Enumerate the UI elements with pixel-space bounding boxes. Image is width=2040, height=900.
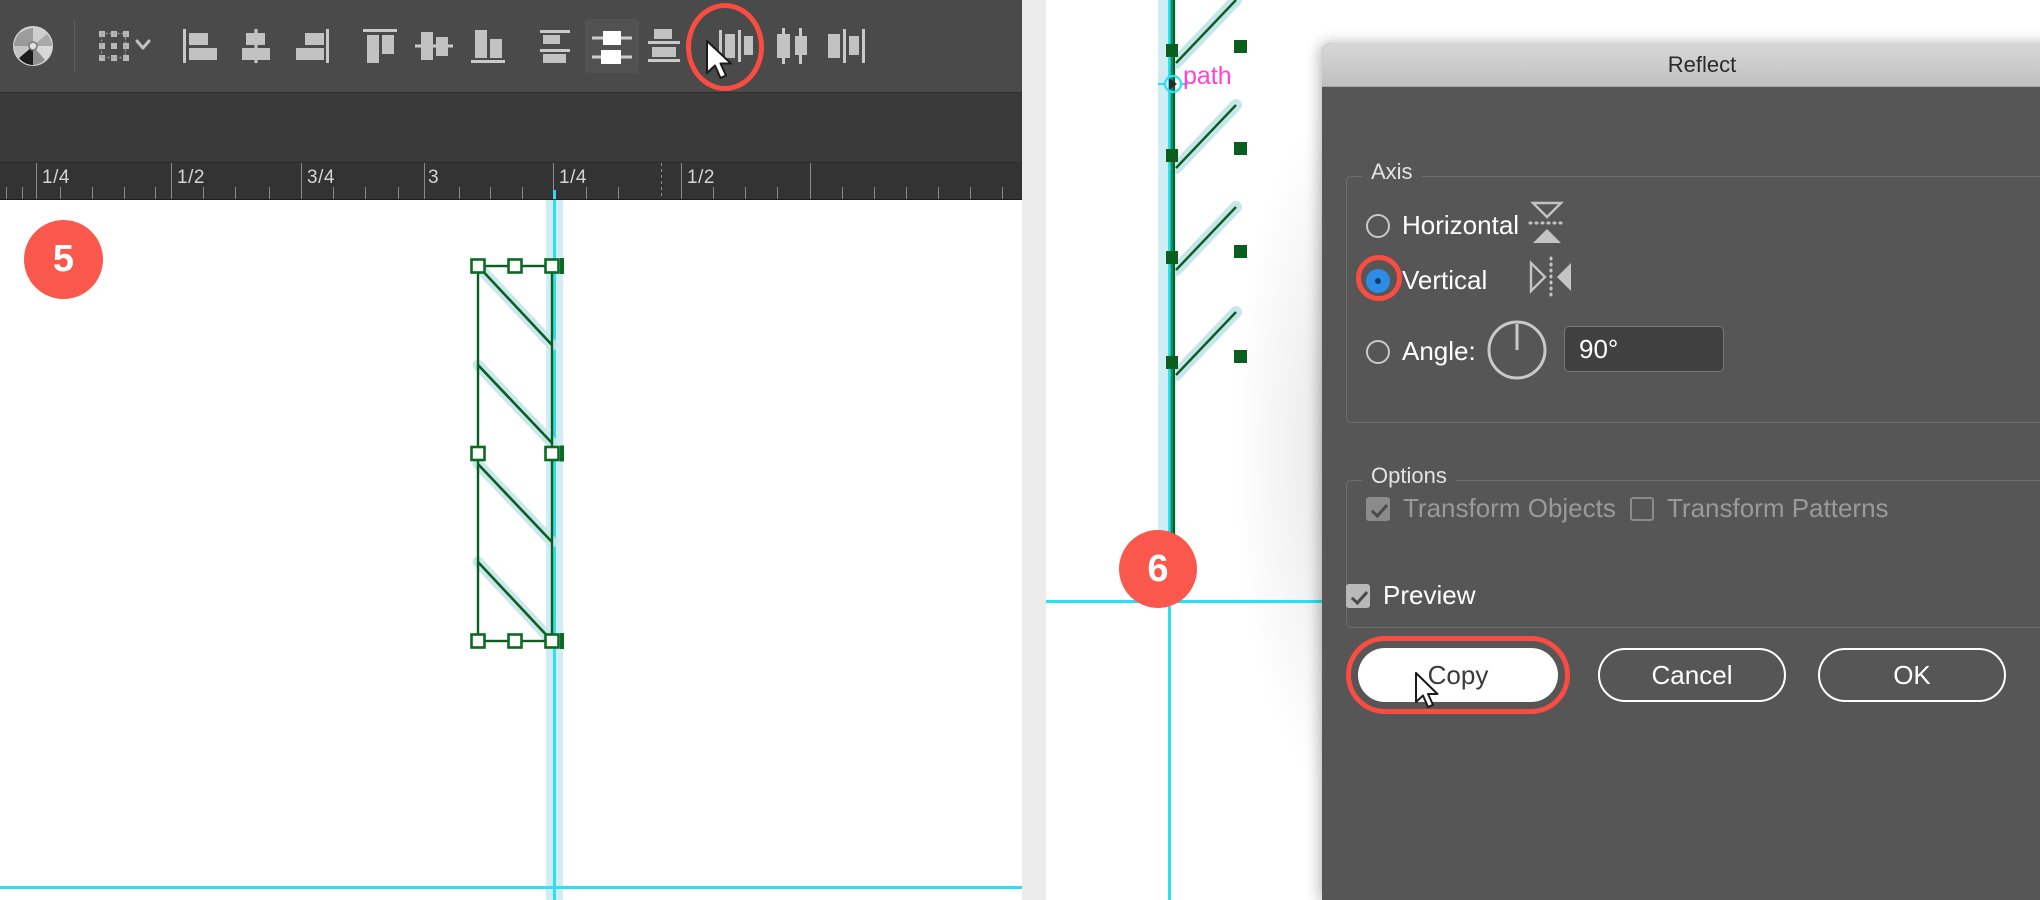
ruler-tick-label: 3 <box>428 167 440 188</box>
option-transform-patterns[interactable]: Transform Patterns <box>1630 493 1889 524</box>
axis-option-angle[interactable]: Angle: <box>1366 336 1476 367</box>
axis-group-title: Axis <box>1362 159 1422 185</box>
toolbar-divider <box>74 19 75 73</box>
checkbox-preview[interactable] <box>1346 583 1370 608</box>
angle-label: Angle: <box>1402 336 1476 366</box>
align-top-icon[interactable] <box>353 19 407 73</box>
axis-option-vertical[interactable]: Vertical <box>1366 265 1487 296</box>
checkbox-transform-objects[interactable] <box>1366 496 1390 521</box>
reflect-horizontal-icon <box>1525 197 1569 254</box>
align-center-vertical-icon[interactable] <box>407 19 461 73</box>
align-center-horizontal-icon[interactable] <box>229 19 283 73</box>
radio-angle[interactable] <box>1366 339 1390 364</box>
cancel-button[interactable]: Cancel <box>1598 648 1786 702</box>
step-badge-6: 6 <box>1119 530 1197 608</box>
artboard-canvas[interactable]: 5 <box>0 200 1022 900</box>
distribute-bottom-icon[interactable] <box>639 19 693 73</box>
copy-button[interactable]: Copy <box>1358 648 1558 702</box>
dialog-title: Reflect <box>1667 51 1737 77</box>
horizontal-align-group <box>175 19 337 73</box>
radio-horizontal[interactable] <box>1366 213 1390 238</box>
align-bottom-icon[interactable] <box>461 19 515 73</box>
step-badge-label: 5 <box>52 238 75 280</box>
reference-point-selector-icon[interactable] <box>89 19 159 73</box>
angle-input[interactable]: 90° <box>1564 326 1724 372</box>
vertical-align-group <box>353 19 515 73</box>
cancel-button-label: Cancel <box>1651 659 1733 690</box>
vertical-distribute-group <box>531 19 693 73</box>
ruler-tick-label: 3/4 <box>307 167 335 188</box>
ruler-tick-label: 1/2 <box>177 167 205 188</box>
angle-value: 90° <box>1579 333 1619 364</box>
reflect-dialog: Reflect Axis Horizontal Vertical Angle: … <box>1322 43 2040 900</box>
distribute-horizontal-center-icon[interactable] <box>763 19 817 73</box>
ruler-tick-label: 1/4 <box>559 167 587 188</box>
angle-dial-icon[interactable] <box>1486 319 1548 386</box>
dialog-title-bar: Reflect <box>1322 43 2040 87</box>
ruler-tick-label: 1/4 <box>42 167 70 188</box>
preview-option[interactable]: Preview <box>1346 580 1475 611</box>
pane-divider <box>1022 0 1046 900</box>
distribute-top-icon[interactable] <box>531 19 585 73</box>
screenshot-root: 1/4 1/2 3/4 3 1/4 1/2 5 path 6 Reflect A… <box>0 0 2040 900</box>
copy-button-label: Copy <box>1427 659 1489 690</box>
secondary-toolbar <box>0 93 1022 163</box>
align-left-icon[interactable] <box>175 19 229 73</box>
preview-label: Preview <box>1383 580 1476 610</box>
horizontal-distribute-group <box>709 19 871 73</box>
checkbox-transform-patterns[interactable] <box>1630 496 1654 521</box>
option-label: Transform Objects <box>1403 493 1616 523</box>
distribute-left-icon[interactable] <box>709 19 763 73</box>
horizontal-ruler[interactable]: 1/4 1/2 3/4 3 1/4 1/2 <box>0 163 1022 200</box>
option-transform-objects[interactable]: Transform Objects <box>1366 493 1616 524</box>
reflect-vertical-icon <box>1525 255 1577 304</box>
zoom-detail-pane: path 6 <box>1046 0 1342 900</box>
selected-artwork[interactable] <box>0 200 1022 900</box>
control-toolbar <box>0 0 1022 93</box>
distribute-right-icon[interactable] <box>817 19 871 73</box>
ok-button[interactable]: OK <box>1818 648 2006 702</box>
axis-option-horizontal[interactable]: Horizontal <box>1366 210 1519 241</box>
color-wheel-icon[interactable] <box>6 19 60 73</box>
ruler-guide-marker <box>553 190 556 199</box>
detail-artwork <box>1158 0 1247 600</box>
ruler-tick-label: 1/2 <box>687 167 715 188</box>
align-right-icon[interactable] <box>283 19 337 73</box>
axis-option-label: Vertical <box>1402 265 1488 295</box>
radio-vertical[interactable] <box>1366 268 1390 293</box>
step-badge-label: 6 <box>1147 547 1169 590</box>
step-badge-5: 5 <box>24 220 103 299</box>
illustrator-document-pane: 1/4 1/2 3/4 3 1/4 1/2 5 <box>0 0 1022 900</box>
path-smart-guide-label: path <box>1183 62 1232 90</box>
options-group-title: Options <box>1362 463 1456 489</box>
option-label: Transform Patterns <box>1667 493 1889 523</box>
axis-option-label: Horizontal <box>1402 210 1520 240</box>
ok-button-label: OK <box>1893 659 1931 690</box>
distribute-vertical-center-icon[interactable] <box>585 19 639 73</box>
